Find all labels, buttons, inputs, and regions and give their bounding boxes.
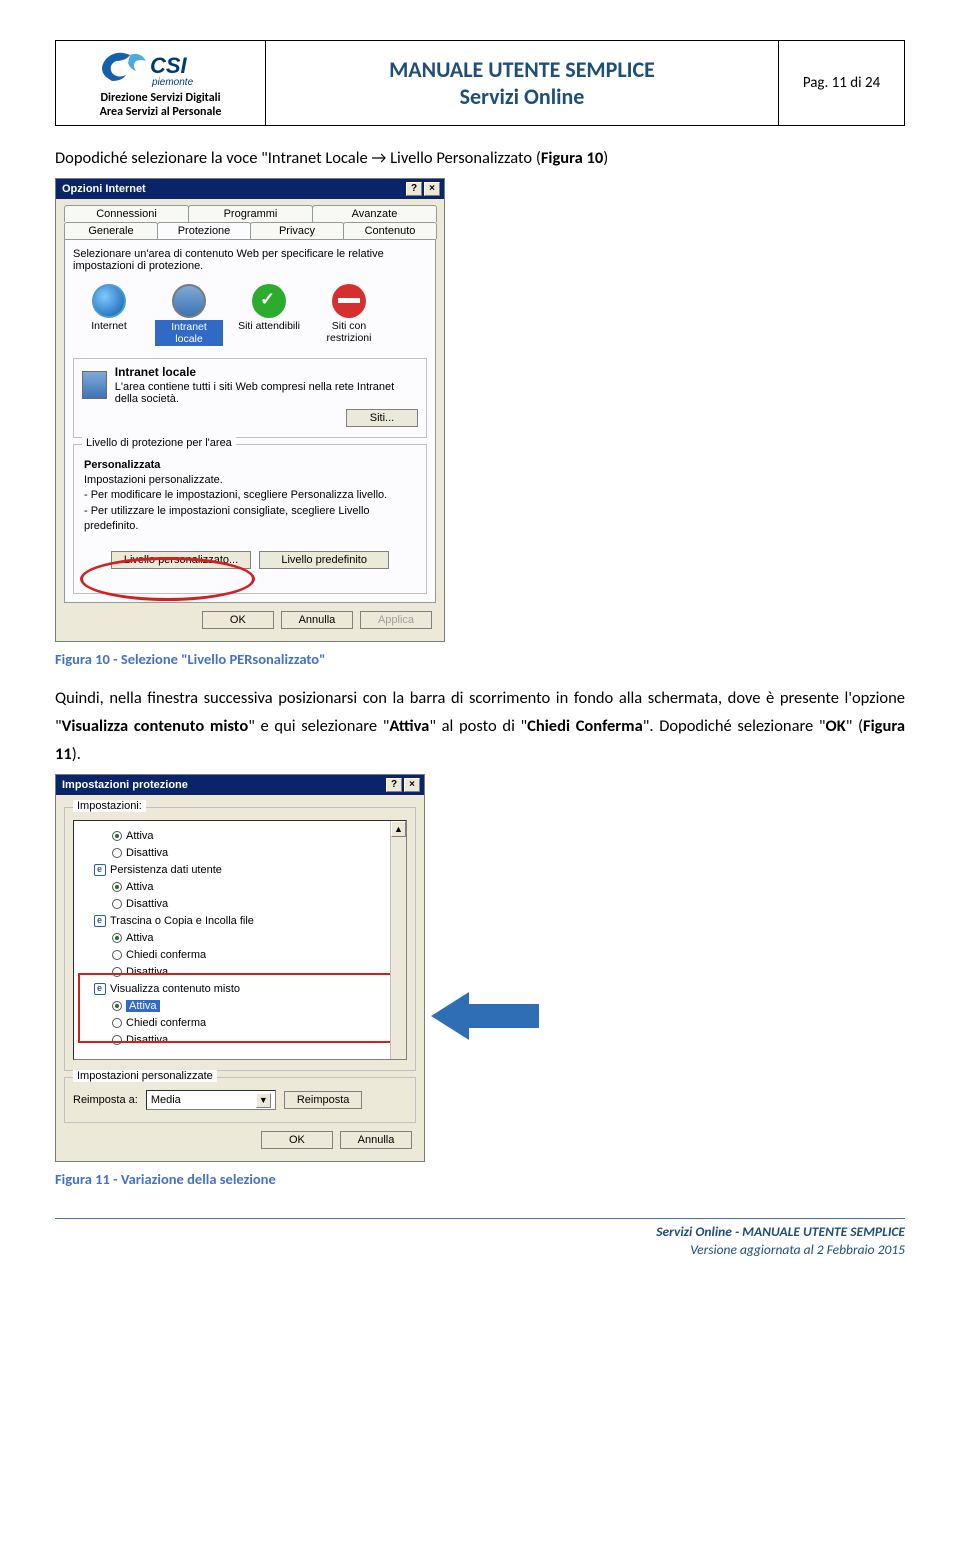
header-logo-cell: CSI piemonte Direzione Servizi Digitali … [56,41,266,125]
globe-icon [92,284,126,318]
zone-detail-title: Intranet locale [115,365,418,379]
zone-detail-desc: L'area contiene tutti i siti Web compres… [115,381,418,405]
pers-line-2: - Per utilizzare le impostazioni consigl… [84,504,418,535]
radio-icon[interactable] [112,1035,122,1045]
scroll-up-icon[interactable]: ▲ [391,821,406,837]
radio-icon[interactable] [112,831,122,841]
livello-personalizzato-button[interactable]: Livello personalizzato... [111,551,251,569]
level-group: Livello di protezione per l'area Persona… [73,444,427,594]
reset-group-legend: Impostazioni personalizzate [73,1070,217,1082]
radio-icon[interactable] [112,933,122,943]
doc-title-1: MANUALE UTENTE SEMPLICE [389,56,655,83]
close-button[interactable]: × [424,182,440,196]
settings-tree[interactable]: Attiva Disattiva Persistenza dati utente… [73,820,407,1060]
tab-programmi[interactable]: Programmi [188,205,313,222]
footer-divider [55,1218,905,1219]
radio-icon[interactable] [112,848,122,858]
radio-icon[interactable] [112,950,122,960]
annulla-button[interactable]: Annulla [281,611,353,629]
dialog2-title: Impostazioni protezione [62,779,188,791]
monitor-icon [172,284,206,318]
dialog1-title: Opzioni Internet [62,183,146,195]
reset-group: Impostazioni personalizzate Reimposta a:… [64,1077,416,1123]
reimposta-button[interactable]: Reimposta [284,1091,363,1109]
ie-icon [94,864,106,876]
tab-connessioni[interactable]: Connessioni [64,205,189,222]
footer: Servizi Online - MANUALE UTENTE SEMPLICE… [55,1223,905,1259]
tab-generale[interactable]: Generale [64,222,158,239]
ok-button-2[interactable]: OK [261,1131,333,1149]
zone-detail-group: Intranet locale L'area contiene tutti i … [73,358,427,438]
reimposta-select[interactable]: Media ▼ [146,1090,276,1110]
para1-close: ) [603,148,608,168]
zone-instruction: Selezionare un'area di contenuto Web per… [73,248,427,272]
tab-avanzate[interactable]: Avanzate [312,205,437,222]
figure-11-caption: Figura 11 - Variazione della selezione [55,1170,905,1188]
paragraph-1: Dopodiché selezionare la voce "Intranet … [55,144,905,172]
reimposta-label: Reimposta a: [73,1094,138,1106]
radio-icon[interactable] [112,1018,122,1028]
annulla-button-2[interactable]: Annulla [340,1131,412,1149]
tab-contenuto[interactable]: Contenuto [343,222,437,239]
page-indicator: Pag. 11 di 24 [803,74,880,92]
paragraph-2: Quindi, nella finestra successiva posizi… [55,684,905,768]
level-group-legend: Livello di protezione per l'area [82,437,236,449]
zone-intranet[interactable]: Intranet locale [155,284,223,346]
document-header: CSI piemonte Direzione Servizi Digitali … [55,40,905,126]
pers-line-1: - Per modificare le impostazioni, scegli… [84,488,418,503]
check-circle-icon [252,284,286,318]
doc-title-2: Servizi Online [460,83,585,110]
livello-predefinito-button[interactable]: Livello predefinito [259,551,389,569]
monitor-small-icon [82,371,107,399]
radio-icon[interactable] [112,899,122,909]
opzioni-internet-dialog: Opzioni Internet ? × Connessioni Program… [55,178,445,642]
help-button-2[interactable]: ? [386,778,402,792]
org-line1: Direzione Servizi Digitali [100,91,220,105]
para1-pre: Dopodiché selezionare la voce "Intranet … [55,148,371,168]
chevron-down-icon: ▼ [256,1093,271,1108]
attiva-highlighted: Attiva [126,1000,160,1012]
radio-icon[interactable] [112,1001,122,1011]
applica-button[interactable]: Applica [360,611,432,629]
zone-restricted[interactable]: Siti con restrizioni [315,284,383,346]
svg-text:CSI: CSI [150,53,188,78]
scrollbar[interactable]: ▲ [390,821,406,1059]
logo-subtext: piemonte [151,77,194,88]
blue-arrow-icon [431,986,541,1051]
pers-line-0: Impostazioni personalizzate. [84,473,418,488]
dialog2-titlebar: Impostazioni protezione ? × [56,775,424,795]
dialog1-titlebar: Opzioni Internet ? × [56,179,444,199]
no-entry-icon [332,284,366,318]
org-line2: Area Servizi al Personale [100,105,222,119]
zone-internet[interactable]: Internet [75,284,143,346]
tab-privacy[interactable]: Privacy [250,222,344,239]
impostazioni-group: Impostazioni: Attiva Disattiva Persisten… [64,807,416,1071]
help-button[interactable]: ? [406,182,422,196]
siti-button[interactable]: Siti... [346,409,418,427]
impostazioni-legend: Impostazioni: [73,800,146,812]
para1-post: Livello Personalizzato ( [386,148,540,168]
zone-trusted[interactable]: Siti attendibili [235,284,303,346]
ie-icon [94,915,106,927]
radio-icon[interactable] [112,882,122,892]
csi-logo-icon: CSI piemonte [96,47,226,89]
footer-version: Versione aggiornata al 2 Febbraio 2015 [55,1241,905,1259]
personalizzata-title: Personalizzata [84,459,418,471]
arrow-right-icon: → [371,148,386,168]
figure-10-caption: Figura 10 - Selezione "Livello PERsonali… [55,650,905,668]
radio-icon[interactable] [112,967,122,977]
impostazioni-protezione-dialog: Impostazioni protezione ? × Impostazioni… [55,774,425,1162]
tab-protezione[interactable]: Protezione [157,222,251,239]
ok-button[interactable]: OK [202,611,274,629]
header-page-cell: Pag. 11 di 24 [779,41,904,125]
header-title-cell: MANUALE UTENTE SEMPLICE Servizi Online [266,41,779,125]
close-button-2[interactable]: × [404,778,420,792]
ie-icon [94,983,106,995]
para1-figref: Figura 10 [541,148,603,168]
